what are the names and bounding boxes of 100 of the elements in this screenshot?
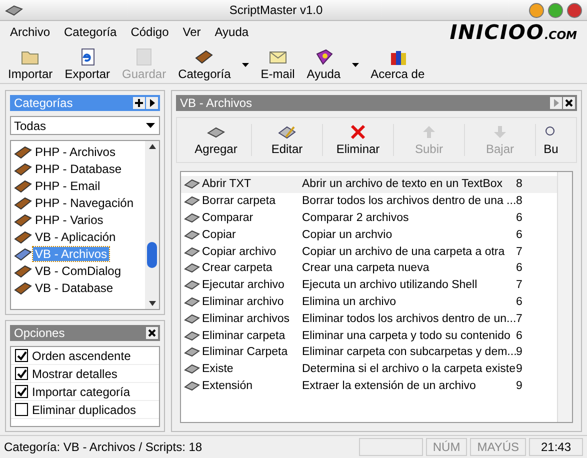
script-row[interactable]: Borrar carpeta Borrar todos los archivos dentro de una ...8 <box>181 192 557 210</box>
table-cell: Existe <box>202 363 234 376</box>
category-item[interactable]: PHP - Varios <box>11 211 145 228</box>
minimize-button[interactable] <box>529 2 544 18</box>
dropdown-arrow-icon[interactable] <box>146 123 155 128</box>
table-cell-text: Eliminar una carpeta y todo su contenido <box>302 330 512 342</box>
script-row[interactable]: Comparar Comparar 2 archivos 6 <box>181 210 557 226</box>
table-cell-text: 9 <box>516 346 524 358</box>
scrollbar[interactable] <box>557 172 572 422</box>
script-row[interactable]: Eliminar archivos Eliminar todos los archivos dentro de un...7 <box>181 310 557 328</box>
toolbar-button[interactable]: Acerca de <box>366 48 429 81</box>
table-cell: Abrir TXT <box>202 178 251 190</box>
status-text: Categoría: VB - Archivos / Scripts: 18 <box>4 440 204 454</box>
toolbar-button[interactable]: Agregar <box>181 124 252 156</box>
menu-item[interactable]: Ayuda <box>214 25 249 39</box>
category-item[interactable]: VB - Database <box>11 279 145 296</box>
panel-title: Opciones <box>14 326 65 340</box>
table-cell: Eliminar archivos <box>202 312 290 325</box>
category-item[interactable]: PHP - Navegación <box>11 194 145 211</box>
menu-item[interactable]: Archivo <box>10 25 50 39</box>
script-icon <box>184 263 200 274</box>
checkbox-label: Mostrar detalles <box>32 366 118 380</box>
script-row[interactable]: Ejecutar archivo Ejecuta un archivo utilizando Shell 7 <box>181 276 557 294</box>
script-row[interactable]: Abrir TXT Abrir un archivo de texto en un TextBox 8 <box>181 176 557 193</box>
book-icon <box>14 196 32 210</box>
toolbar-button[interactable]: Eliminar <box>323 124 394 156</box>
checkbox[interactable] <box>15 367 28 380</box>
book-icon <box>14 230 32 244</box>
toolbar-button[interactable]: Editar <box>252 124 323 156</box>
checkbox[interactable] <box>15 349 28 362</box>
table-cell-text: 7 <box>516 312 524 325</box>
toolbar-button[interactable]: E-mail <box>256 48 299 81</box>
close-button[interactable] <box>567 2 582 18</box>
toolbar-button[interactable]: Ayuda <box>302 48 363 81</box>
script-row[interactable]: Eliminar carpeta Eliminar una carpeta y todo su contenido 6 <box>181 327 557 344</box>
logo: INICIOO.COM <box>450 20 577 44</box>
toolbar-button[interactable]: Importar <box>4 48 57 81</box>
table-cell-text: Elimina un archivo <box>302 296 397 308</box>
script-row[interactable]: Copiar archivo Copiar un archivo de una carpeta a otra 7 <box>181 243 557 260</box>
toolbar-button[interactable]: Exportar <box>60 48 114 81</box>
arrow-right-icon[interactable] <box>146 97 158 109</box>
menu-item[interactable]: Categoría <box>64 25 117 39</box>
table-cell-text: 6 <box>516 262 524 274</box>
table-cell: Borrar carpeta <box>202 195 276 208</box>
table-cell-text: 6 <box>516 228 524 241</box>
checkbox-label: Orden ascendente <box>32 348 131 362</box>
script-row[interactable]: Extensión Extraer la extensión de un archivo 9 <box>181 378 557 394</box>
book-icon <box>194 48 214 66</box>
book-icon <box>14 280 32 294</box>
delete-icon <box>348 124 368 140</box>
scroll-down-icon[interactable] <box>148 301 156 306</box>
category-item[interactable]: PHP - Email <box>11 177 145 194</box>
script-icon <box>184 380 200 391</box>
menu-item[interactable]: Código <box>130 25 169 39</box>
toolbar-button[interactable]: Bu <box>536 124 566 156</box>
close-icon[interactable] <box>563 97 575 109</box>
category-item[interactable]: PHP - Database <box>11 160 145 177</box>
category-dropdown[interactable]: Todas <box>10 116 160 135</box>
script-icon <box>184 296 200 307</box>
table-cell-text: 7 <box>516 246 524 258</box>
script-row[interactable]: Existe Determina si el archivo o la carpeta existe9 <box>181 360 557 378</box>
status-indicator: MAYÚS <box>470 438 526 456</box>
add-icon[interactable] <box>133 97 145 109</box>
table-cell-text: 6 <box>516 330 524 342</box>
table-cell-text: 6 <box>516 212 524 224</box>
script-icon <box>184 230 200 240</box>
table-cell: Copiar archivo <box>202 246 276 258</box>
table-cell-text: 6 <box>516 296 524 308</box>
table-cell: Eliminar carpeta <box>202 330 286 342</box>
checkbox[interactable] <box>15 385 28 398</box>
close-icon[interactable] <box>146 327 158 339</box>
category-item[interactable]: VB - Aplicación <box>11 228 145 245</box>
book-icon <box>14 144 32 158</box>
table-cell-text: Ejecuta un archivo utilizando Shell <box>302 279 478 292</box>
script-row[interactable]: Eliminar archivo Elimina un archivo 6 <box>181 294 557 310</box>
checkbox[interactable] <box>15 403 28 416</box>
script-icon <box>184 179 200 190</box>
panel-title: VB - Archivos <box>180 96 252 110</box>
pencil-icon <box>277 124 297 140</box>
scrollbar[interactable] <box>145 141 159 309</box>
dropdown-arrow-icon[interactable] <box>352 62 359 66</box>
table-cell-text: Extraer la extensión de un archivo <box>302 380 477 392</box>
menu-item[interactable]: Ver <box>182 25 201 39</box>
script-row[interactable]: Crear carpeta Crear una carpeta nueva 6 <box>181 260 557 277</box>
status-clock: 21:43 <box>529 438 583 456</box>
table-cell-text: Copiar un archvio <box>302 228 394 241</box>
scrollbar-thumb[interactable] <box>147 242 157 268</box>
book-icon <box>14 178 32 192</box>
checkbox-label: Eliminar duplicados <box>32 402 136 416</box>
book-icon <box>14 162 32 176</box>
table-cell-text: 8 <box>516 178 524 190</box>
toolbar-button[interactable]: Categoría <box>174 48 253 81</box>
dropdown-arrow-icon[interactable] <box>242 62 249 66</box>
scroll-up-icon[interactable] <box>148 144 156 149</box>
panel-title: Categorías <box>14 96 73 110</box>
category-item[interactable]: VB - ComDialog <box>11 262 145 279</box>
category-item[interactable]: PHP - Archivos <box>11 143 145 160</box>
script-row[interactable]: Copiar Copiar un archvio 6 <box>181 226 557 244</box>
maximize-button[interactable] <box>548 2 563 18</box>
script-row[interactable]: Eliminar Carpeta Eliminar carpeta con subcarpetas y dem...9 <box>181 344 557 361</box>
